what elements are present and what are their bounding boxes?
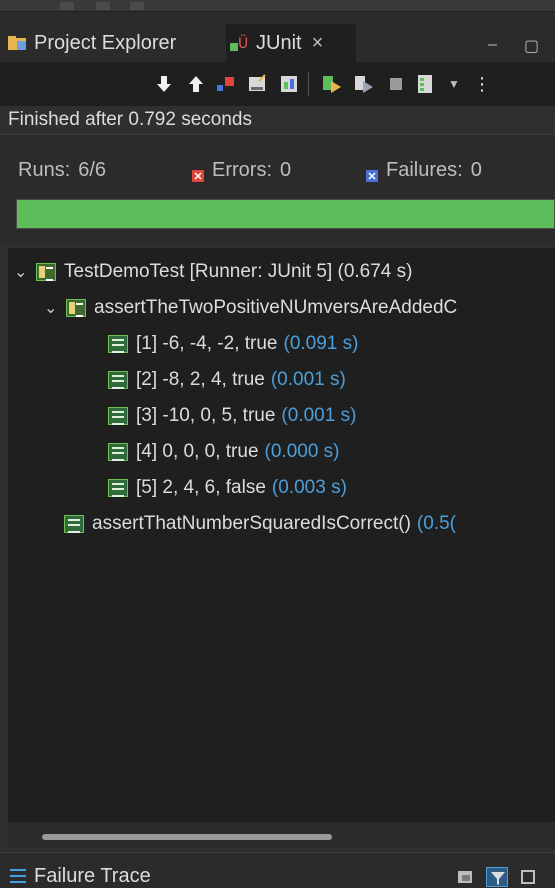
top-strip-handle [96,2,110,10]
svg-text:Ü: Ü [238,34,248,52]
tab-junit-label: JUnit [256,31,302,54]
test-case-time: (0.001 s) [281,405,357,426]
test-summary-panel: Runs: 6/6 Errors: 0 Failures: 0 [0,134,555,246]
test-passed-icon [108,371,128,389]
junit-toolbar: ▼ ⋮ [0,62,555,106]
list-icon [10,869,26,887]
toolbar-separator [308,72,309,96]
dropdown-icon[interactable]: ▼ [442,72,466,96]
test-case-row[interactable]: assertThatNumberSquaredIsCorrect() (0.5( [64,506,456,542]
copy-trace-icon[interactable] [518,867,540,887]
minimize-icon[interactable]: ‒ [488,36,497,54]
view-menu-icon[interactable]: ⋮ [470,72,494,96]
top-strip-handle [130,2,144,10]
test-case-row[interactable]: [3] -10, 0, 5, true (0.001 s) [108,398,356,434]
test-passed-icon [108,335,128,353]
test-progress-fill [17,200,554,228]
tree-root-label: TestDemoTest [Runner: JUnit 5] (0.674 s) [64,261,413,282]
failures-value: 0 [470,159,482,181]
close-icon[interactable]: × [312,32,324,55]
test-case-label: [5] 2, 4, 6, false [136,477,266,498]
failures-counter: Failures: 0 [366,159,482,182]
test-suite-icon [36,263,56,281]
rerun-failed-first-icon[interactable] [352,72,376,96]
failure-icon [366,165,378,182]
test-passed-icon [108,443,128,461]
filter-stack-icon[interactable] [486,867,508,887]
top-strip [0,0,555,12]
history-icon[interactable] [414,72,438,96]
scrollbar-thumb[interactable] [42,834,332,840]
horizontal-scrollbar[interactable] [8,822,555,848]
failure-trace-label: Failure Trace [34,865,151,887]
test-case-time: (0.091 s) [283,333,359,354]
test-passed-icon [108,479,128,497]
test-case-label: [4] 0, 0, 0, true [136,441,259,462]
test-case-time: (0.000 s) [264,441,340,462]
failure-trace-header: Failure Trace [0,852,555,888]
test-case-time: (0.003 s) [271,477,347,498]
error-icon [192,165,204,182]
rerun-icon[interactable] [320,72,344,96]
runs-counter: Runs: 6/6 [18,159,106,182]
compare-icon[interactable] [456,867,478,887]
show-failures-only-icon[interactable] [214,72,238,96]
errors-value: 0 [280,159,292,181]
test-case-label: assertThatNumberSquaredIsCorrect() [92,513,411,534]
test-suite-icon [66,299,86,317]
tree-group-label: assertTheTwoPositiveNUmversAreAddedC [94,297,458,318]
next-failure-icon[interactable] [152,72,176,96]
scroll-lock-icon[interactable] [246,72,270,96]
chevron-down-icon[interactable]: ⌄ [14,262,36,282]
chevron-down-icon[interactable]: ⌄ [44,298,66,318]
test-case-label: [2] -8, 2, 4, true [136,369,265,390]
errors-label: Errors: [212,159,272,181]
previous-failure-icon[interactable] [184,72,208,96]
test-case-time: (0.5( [416,513,456,534]
top-strip-handle [60,2,74,10]
test-case-label: [1] -6, -4, -2, true [136,333,278,354]
view-tab-bar: Project Explorer Ü JUnit × ‒ ▢ [0,12,555,62]
test-passed-icon [64,515,84,533]
runs-value: 6/6 [78,159,107,181]
runs-label: Runs: [18,159,71,181]
test-case-time: (0.001 s) [270,369,346,390]
tab-project-explorer[interactable]: Project Explorer [8,24,228,62]
tree-row-group[interactable]: ⌄ assertTheTwoPositiveNUmversAreAddedC [44,290,457,326]
tab-junit[interactable]: Ü JUnit × [226,24,356,62]
failures-label: Failures: [386,159,463,181]
maximize-icon[interactable]: ▢ [524,36,539,56]
stop-icon[interactable] [384,72,408,96]
show-skipped-icon[interactable] [278,72,302,96]
folder-icon [8,34,28,52]
status-message: Finished after 0.792 seconds [8,109,252,130]
junit-icon: Ü [230,34,250,52]
test-case-row[interactable]: [5] 2, 4, 6, false (0.003 s) [108,470,347,506]
tab-project-explorer-label: Project Explorer [34,31,177,54]
test-tree[interactable]: ⌄ TestDemoTest [Runner: JUnit 5] (0.674 … [8,248,555,822]
test-case-row[interactable]: [2] -8, 2, 4, true (0.001 s) [108,362,346,398]
errors-counter: Errors: 0 [192,159,291,182]
test-case-row[interactable]: [1] -6, -4, -2, true (0.091 s) [108,326,358,362]
test-case-row[interactable]: [4] 0, 0, 0, true (0.000 s) [108,434,340,470]
test-case-label: [3] -10, 0, 5, true [136,405,276,426]
test-passed-icon [108,407,128,425]
test-progress-bar [16,199,555,229]
tree-row-root[interactable]: ⌄ TestDemoTest [Runner: JUnit 5] (0.674 … [14,254,412,290]
